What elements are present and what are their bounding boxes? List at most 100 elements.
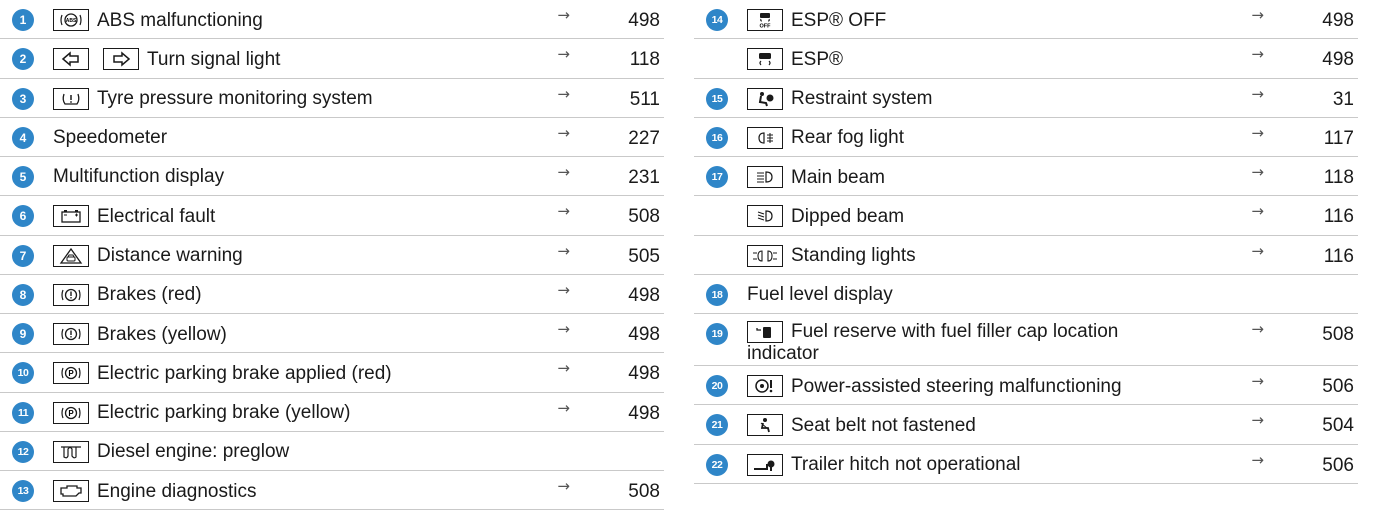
- restraint-icon: [747, 87, 783, 110]
- list-item: 11 P Electric parking brake (yellow) → 498: [0, 393, 664, 432]
- arrow-icon: →: [1251, 411, 1264, 430]
- item-content: Brakes (yellow): [53, 323, 464, 345]
- battery-icon: [53, 205, 89, 228]
- item-content: Rear fog light: [747, 126, 1158, 149]
- item-content: Multifunction display: [53, 166, 464, 187]
- item-label: Electric parking brake (yellow): [97, 402, 351, 423]
- page-reference-link[interactable]: 116: [1324, 246, 1354, 268]
- brake-icon: [53, 323, 89, 345]
- callout-number: 14: [706, 9, 728, 31]
- parking-brake-icon: P: [53, 362, 89, 385]
- esp-off-icon: OFF: [747, 9, 783, 31]
- page-reference-link[interactable]: 118: [1324, 167, 1354, 189]
- page-reference-link[interactable]: 118: [630, 49, 660, 71]
- item-label: Brakes (yellow): [97, 323, 227, 345]
- callout-number: 13: [12, 480, 34, 502]
- arrow-icon: →: [557, 163, 570, 181]
- trailer-hitch-icon: [747, 453, 783, 476]
- page-reference-link[interactable]: 498: [628, 10, 660, 32]
- tyre-pressure-icon: [53, 87, 89, 110]
- list-item: 4 Speedometer → 227: [0, 118, 664, 157]
- item-label: Trailer hitch not operational: [791, 454, 1021, 475]
- callout-number: 8: [12, 283, 34, 306]
- dipped-beam-icon: [747, 205, 783, 228]
- page-reference-link[interactable]: 498: [1322, 10, 1354, 32]
- callout-number: 4: [12, 126, 34, 149]
- page-reference-link[interactable]: 508: [628, 206, 660, 228]
- turn-left-icon: [53, 48, 89, 71]
- item-content: Engine diagnostics: [53, 480, 464, 502]
- arrow-icon: →: [557, 241, 570, 260]
- item-content: Turn signal light: [53, 48, 464, 71]
- page-reference-link[interactable]: 506: [1322, 376, 1354, 398]
- preglow-icon: [53, 440, 89, 463]
- list-item: 14 OFF ESP® OFF → 498: [694, 0, 1358, 40]
- callout-number: 2: [12, 48, 34, 71]
- item-label: Electrical fault: [97, 205, 216, 227]
- page-reference-link[interactable]: 498: [628, 403, 660, 425]
- svg-text:OFF: OFF: [760, 24, 772, 29]
- callout-number: 9: [12, 323, 34, 345]
- page-reference-link[interactable]: 498: [1322, 49, 1354, 71]
- page-reference-link[interactable]: 506: [1322, 455, 1354, 477]
- list-item: 3 Tyre pressure monitoring system → 511: [0, 79, 664, 118]
- item-content: ABS ABS malfunctioning: [53, 9, 464, 31]
- page-reference-link[interactable]: 231: [628, 167, 660, 189]
- arrow-icon: →: [1251, 84, 1264, 103]
- callout-number: 20: [706, 375, 728, 397]
- item-label: Turn signal light: [147, 48, 281, 70]
- list-item: 13 Engine diagnostics → 508: [0, 471, 664, 510]
- right-column: 14 OFF ESP® OFF → 498 ESP® → 498 15 Restraint sys…: [694, 0, 1358, 484]
- page-reference-link[interactable]: 498: [628, 363, 660, 385]
- list-item: 19 Fuel reserve with fuel filler cap loca…: [694, 314, 1358, 366]
- page-reference-link[interactable]: 504: [1322, 415, 1354, 437]
- page-reference-link[interactable]: 31: [1333, 89, 1354, 111]
- list-item: 9 Brakes (yellow) → 498: [0, 314, 664, 354]
- item-content: Fuel reserve with fuel filler cap locati…: [747, 321, 1168, 364]
- arrow-icon: →: [1251, 123, 1264, 142]
- engine-icon: [53, 480, 89, 502]
- item-label: Dipped beam: [791, 205, 905, 227]
- list-item: 5 Multifunction display → 231: [0, 157, 664, 197]
- list-item: 1 ABS ABS malfunctioning → 498: [0, 0, 664, 40]
- item-label: ESP®: [791, 48, 844, 70]
- callout-number: 22: [706, 453, 728, 476]
- item-label: Diesel engine: preglow: [97, 441, 290, 463]
- arrow-icon: →: [1251, 202, 1264, 221]
- page-reference-link[interactable]: 498: [628, 285, 660, 307]
- item-content: Distance warning: [53, 244, 464, 267]
- item-label: Electric parking brake applied (red): [97, 362, 392, 384]
- abs-icon: ABS: [53, 9, 89, 31]
- callout-number: 3: [12, 87, 34, 110]
- callout-number: 15: [706, 87, 728, 110]
- arrow-icon: →: [1251, 6, 1264, 24]
- arrow-icon: →: [1251, 241, 1264, 260]
- arrow-icon: →: [557, 477, 570, 495]
- item-content: Electrical fault: [53, 205, 464, 228]
- page-reference-link[interactable]: 498: [628, 324, 660, 346]
- arrow-icon: →: [1251, 45, 1264, 64]
- page-reference-link[interactable]: 511: [630, 89, 660, 111]
- callout-number: 17: [706, 166, 728, 188]
- callout-number: 6: [12, 205, 34, 228]
- page-reference-link[interactable]: 508: [1322, 324, 1354, 346]
- list-item: 21 Seat belt not fastened → 504: [694, 405, 1358, 445]
- list-item: 2 Turn signal light → 118: [0, 39, 664, 79]
- item-label: Main beam: [791, 166, 885, 188]
- page-reference-link[interactable]: 227: [628, 128, 660, 150]
- item-label: Brakes (red): [97, 284, 202, 306]
- item-label: Seat belt not fastened: [791, 414, 976, 436]
- page-reference-link[interactable]: 116: [1324, 206, 1354, 228]
- page-reference-link[interactable]: 505: [628, 246, 660, 268]
- list-item: 17 Main beam → 118: [694, 157, 1358, 197]
- item-label: Multifunction display: [53, 166, 225, 187]
- item-content: Tyre pressure monitoring system: [53, 87, 464, 110]
- fuel-reserve-icon: [747, 321, 783, 343]
- page-reference-link[interactable]: 117: [1324, 128, 1354, 150]
- callout-number: 1: [12, 9, 34, 31]
- item-label: Fuel level display: [747, 283, 893, 305]
- page-reference-link[interactable]: 508: [628, 481, 660, 503]
- turn-right-icon: [103, 48, 139, 71]
- callout-number: 18: [706, 283, 728, 306]
- left-column: 1 ABS ABS malfunctioning → 498 2 Turn signal l…: [0, 0, 664, 510]
